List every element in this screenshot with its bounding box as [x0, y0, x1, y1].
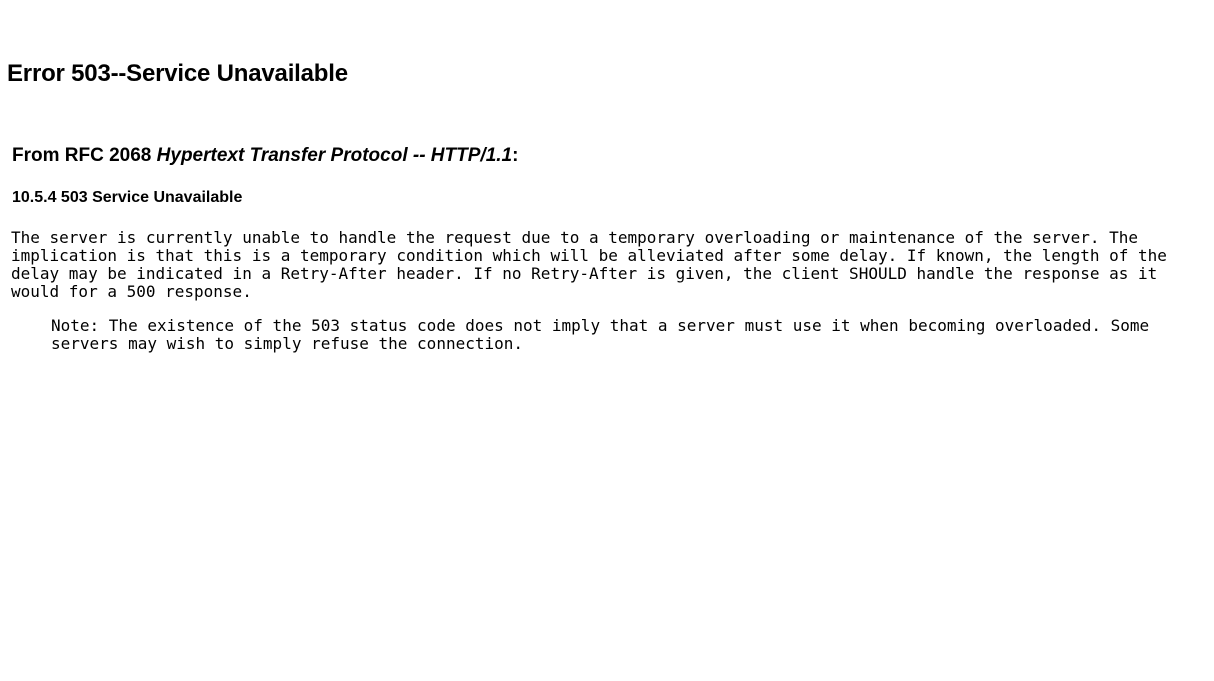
rfc-attribution-suffix: : [512, 145, 519, 166]
section-heading: 10.5.4 503 Service Unavailable [12, 189, 243, 206]
error-note: Note: The existence of the 503 status co… [51, 316, 1159, 353]
error-description: The server is currently unable to handle… [11, 228, 1177, 301]
rfc-attribution-prefix: From RFC 2068 [12, 145, 157, 166]
page-title: Error 503--Service Unavailable [7, 60, 348, 87]
rfc-document-title: Hypertext Transfer Protocol -- HTTP/1.1 [156, 145, 513, 166]
rfc-attribution: From RFC 2068 Hypertext Transfer Protoco… [12, 145, 519, 167]
